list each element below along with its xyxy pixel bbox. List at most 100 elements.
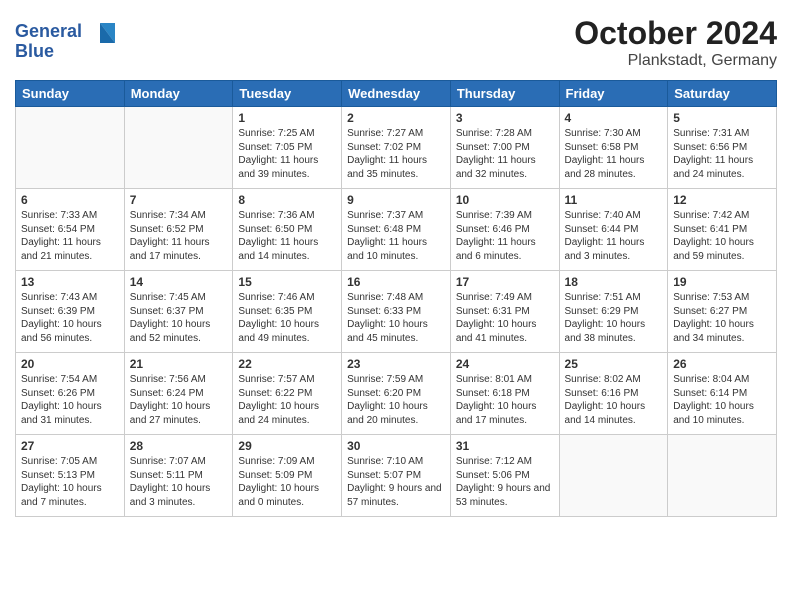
calendar-cell: 8Sunrise: 7:36 AM Sunset: 6:50 PM Daylig…	[233, 189, 342, 271]
calendar-cell: 21 Sunrise: 7:56 AM Sunset: 6:24 PM Dayli…	[124, 353, 233, 435]
cell-content: Sunrise: 7:45 AM Sunset: 6:37 PM Dayligh…	[130, 291, 228, 345]
cell-content: Sunrise: 7:48 AM Sunset: 6:33 PM Dayligh…	[347, 291, 445, 345]
day-number: 9	[347, 193, 445, 207]
cell-content: Sunrise: 7:43 AM Sunset: 6:39 PM Dayligh…	[21, 291, 119, 345]
day-number: 6	[21, 193, 119, 207]
calendar-cell: 6Sunrise: 7:33 AM Sunset: 6:54 PM Daylig…	[16, 189, 125, 271]
column-header-sunday: Sunday	[16, 81, 125, 107]
column-header-tuesday: Tuesday	[233, 81, 342, 107]
logo-icon: General Blue	[15, 15, 130, 63]
calendar-cell: 9 Sunrise: 7:37 AM Sunset: 6:48 PM Daylig…	[342, 189, 451, 271]
day-number: 26	[673, 357, 771, 371]
day-number: 18	[565, 275, 663, 289]
header: General Blue October 2024 Plankstadt, Ge…	[15, 15, 777, 70]
cell-content: Sunrise: 7:12 AM Sunset: 5:06 PM Dayligh…	[456, 455, 554, 509]
calendar-header-row: SundayMondayTuesdayWednesdayThursdayFrid…	[16, 81, 777, 107]
day-number: 10	[456, 193, 554, 207]
cell-content: Sunrise: 7:09 AM Sunset: 5:09 PM Dayligh…	[238, 455, 336, 509]
calendar-cell: 26 Sunrise: 8:04 AM Sunset: 6:14 PM Dayli…	[668, 353, 777, 435]
calendar-week-2: 6Sunrise: 7:33 AM Sunset: 6:54 PM Daylig…	[16, 189, 777, 271]
calendar-cell: 28Sunrise: 7:07 AM Sunset: 5:11 PM Dayli…	[124, 435, 233, 517]
cell-content: Sunrise: 7:31 AM Sunset: 6:56 PM Dayligh…	[673, 127, 771, 181]
day-number: 13	[21, 275, 119, 289]
month-title: October 2024	[574, 15, 777, 52]
day-number: 1	[238, 111, 336, 125]
cell-content: Sunrise: 8:02 AM Sunset: 6:16 PM Dayligh…	[565, 373, 663, 427]
day-number: 21	[130, 357, 228, 371]
calendar-table: SundayMondayTuesdayWednesdayThursdayFrid…	[15, 80, 777, 517]
cell-content: Sunrise: 7:27 AM Sunset: 7:02 PM Dayligh…	[347, 127, 445, 181]
calendar-cell: 27 Sunrise: 7:05 AM Sunset: 5:13 PM Dayli…	[16, 435, 125, 517]
calendar-cell: 3Sunrise: 7:28 AM Sunset: 7:00 PM Daylig…	[450, 107, 559, 189]
day-number: 3	[456, 111, 554, 125]
day-number: 17	[456, 275, 554, 289]
calendar-week-4: 20Sunrise: 7:54 AM Sunset: 6:26 PM Dayli…	[16, 353, 777, 435]
logo: General Blue	[15, 15, 130, 68]
cell-content: Sunrise: 7:56 AM Sunset: 6:24 PM Dayligh…	[130, 373, 228, 427]
cell-content: Sunrise: 7:49 AM Sunset: 6:31 PM Dayligh…	[456, 291, 554, 345]
calendar-cell: 18 Sunrise: 7:51 AM Sunset: 6:29 PM Dayli…	[559, 271, 668, 353]
calendar-cell: 17 Sunrise: 7:49 AM Sunset: 6:31 PM Dayli…	[450, 271, 559, 353]
calendar-cell	[124, 107, 233, 189]
day-number: 23	[347, 357, 445, 371]
day-number: 15	[238, 275, 336, 289]
cell-content: Sunrise: 7:39 AM Sunset: 6:46 PM Dayligh…	[456, 209, 554, 263]
calendar-cell: 25 Sunrise: 8:02 AM Sunset: 6:16 PM Dayli…	[559, 353, 668, 435]
day-number: 12	[673, 193, 771, 207]
cell-content: Sunrise: 7:07 AM Sunset: 5:11 PM Dayligh…	[130, 455, 228, 509]
calendar-cell: 31 Sunrise: 7:12 AM Sunset: 5:06 PM Dayli…	[450, 435, 559, 517]
calendar-cell: 20Sunrise: 7:54 AM Sunset: 6:26 PM Dayli…	[16, 353, 125, 435]
calendar-cell	[16, 107, 125, 189]
day-number: 7	[130, 193, 228, 207]
column-header-saturday: Saturday	[668, 81, 777, 107]
calendar-cell: 19 Sunrise: 7:53 AM Sunset: 6:27 PM Dayli…	[668, 271, 777, 353]
calendar-cell: 5Sunrise: 7:31 AM Sunset: 6:56 PM Daylig…	[668, 107, 777, 189]
calendar-cell: 13 Sunrise: 7:43 AM Sunset: 6:39 PM Dayli…	[16, 271, 125, 353]
svg-text:Blue: Blue	[15, 41, 54, 61]
day-number: 16	[347, 275, 445, 289]
calendar-cell: 14 Sunrise: 7:45 AM Sunset: 6:37 PM Dayli…	[124, 271, 233, 353]
column-header-friday: Friday	[559, 81, 668, 107]
calendar-body: 1 Sunrise: 7:25 AM Sunset: 7:05 PM Daylig…	[16, 107, 777, 517]
cell-content: Sunrise: 7:10 AM Sunset: 5:07 PM Dayligh…	[347, 455, 445, 509]
day-number: 19	[673, 275, 771, 289]
cell-content: Sunrise: 7:37 AM Sunset: 6:48 PM Dayligh…	[347, 209, 445, 263]
page: General Blue October 2024 Plankstadt, Ge…	[0, 0, 792, 527]
calendar-cell: 2 Sunrise: 7:27 AM Sunset: 7:02 PM Daylig…	[342, 107, 451, 189]
calendar-cell: 4Sunrise: 7:30 AM Sunset: 6:58 PM Daylig…	[559, 107, 668, 189]
day-number: 11	[565, 193, 663, 207]
title-block: October 2024 Plankstadt, Germany	[574, 15, 777, 70]
calendar-cell: 12 Sunrise: 7:42 AM Sunset: 6:41 PM Dayli…	[668, 189, 777, 271]
cell-content: Sunrise: 7:46 AM Sunset: 6:35 PM Dayligh…	[238, 291, 336, 345]
day-number: 27	[21, 439, 119, 453]
calendar-cell	[668, 435, 777, 517]
cell-content: Sunrise: 8:04 AM Sunset: 6:14 PM Dayligh…	[673, 373, 771, 427]
calendar-cell: 7 Sunrise: 7:34 AM Sunset: 6:52 PM Daylig…	[124, 189, 233, 271]
cell-content: Sunrise: 7:42 AM Sunset: 6:41 PM Dayligh…	[673, 209, 771, 263]
column-header-thursday: Thursday	[450, 81, 559, 107]
day-number: 31	[456, 439, 554, 453]
calendar-cell: 16 Sunrise: 7:48 AM Sunset: 6:33 PM Dayli…	[342, 271, 451, 353]
day-number: 25	[565, 357, 663, 371]
calendar-cell: 29Sunrise: 7:09 AM Sunset: 5:09 PM Dayli…	[233, 435, 342, 517]
calendar-cell	[559, 435, 668, 517]
day-number: 2	[347, 111, 445, 125]
calendar-week-3: 13 Sunrise: 7:43 AM Sunset: 6:39 PM Dayli…	[16, 271, 777, 353]
cell-content: Sunrise: 7:51 AM Sunset: 6:29 PM Dayligh…	[565, 291, 663, 345]
cell-content: Sunrise: 7:53 AM Sunset: 6:27 PM Dayligh…	[673, 291, 771, 345]
cell-content: Sunrise: 7:57 AM Sunset: 6:22 PM Dayligh…	[238, 373, 336, 427]
day-number: 20	[21, 357, 119, 371]
column-header-wednesday: Wednesday	[342, 81, 451, 107]
calendar-cell: 30Sunrise: 7:10 AM Sunset: 5:07 PM Dayli…	[342, 435, 451, 517]
day-number: 24	[456, 357, 554, 371]
cell-content: Sunrise: 7:34 AM Sunset: 6:52 PM Dayligh…	[130, 209, 228, 263]
day-number: 14	[130, 275, 228, 289]
cell-content: Sunrise: 7:05 AM Sunset: 5:13 PM Dayligh…	[21, 455, 119, 509]
calendar-week-5: 27 Sunrise: 7:05 AM Sunset: 5:13 PM Dayli…	[16, 435, 777, 517]
cell-content: Sunrise: 7:59 AM Sunset: 6:20 PM Dayligh…	[347, 373, 445, 427]
cell-content: Sunrise: 7:25 AM Sunset: 7:05 PM Dayligh…	[238, 127, 336, 181]
calendar-cell: 23 Sunrise: 7:59 AM Sunset: 6:20 PM Dayli…	[342, 353, 451, 435]
calendar-cell: 24Sunrise: 8:01 AM Sunset: 6:18 PM Dayli…	[450, 353, 559, 435]
day-number: 4	[565, 111, 663, 125]
cell-content: Sunrise: 7:36 AM Sunset: 6:50 PM Dayligh…	[238, 209, 336, 263]
